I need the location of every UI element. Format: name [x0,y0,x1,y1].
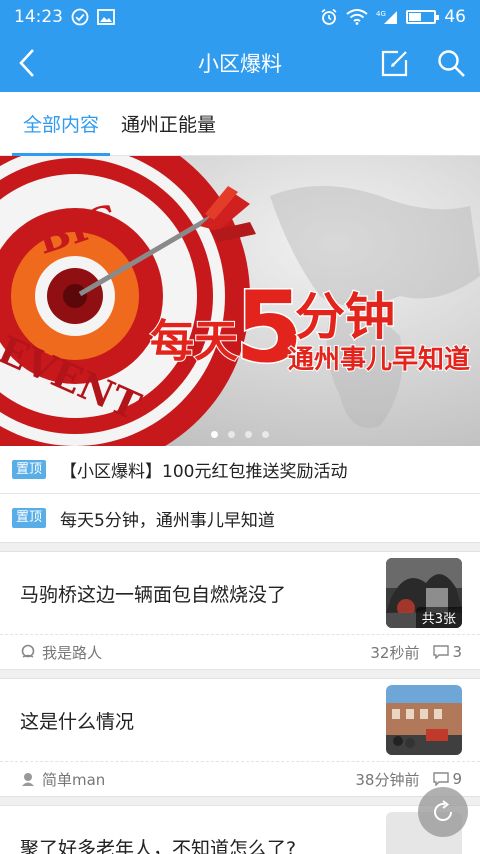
compose-icon [381,50,408,77]
post-time: 38分钟前 [355,770,420,789]
pinned-item[interactable]: 置顶 【小区爆料】100元红包推送奖励活动 [0,446,480,494]
post-card[interactable]: 这是什么情况 简单man 38分钟前 9 [0,679,480,796]
network-label: 4G [376,10,386,18]
tab-tongzhou-positive[interactable]: 通州正能量 [110,92,227,155]
post-title: 马驹桥这边一辆面包自燃烧没了 [20,583,287,606]
search-button[interactable] [434,46,468,80]
comment-count: 3 [452,643,462,661]
status-time: 14:23 [14,7,63,27]
post-card[interactable]: 马驹桥这边一辆面包自燃烧没了 共3张 我是路人 32秒前 3 [0,552,480,669]
compose-button[interactable] [378,46,412,80]
wifi-icon [346,9,368,25]
image-icon [97,9,115,25]
post-title: 聚了好多老年人，不知道怎么了? [20,837,297,854]
carousel-dot[interactable] [228,431,235,438]
post-thumbnail[interactable] [386,685,462,755]
check-circle-icon [71,8,89,26]
divider [0,669,480,679]
carousel-dot[interactable] [211,431,218,438]
comment-icon [433,645,450,659]
pinned-item-text: 【小区爆料】100元红包推送奖励活动 [60,462,348,482]
pinned-item[interactable]: 置顶 每天5分钟，通州事儿早知道 [0,494,480,542]
banner-headline-prefix: 每天 [150,316,238,367]
status-bar: 14:23 4G 46 [0,0,480,34]
post-time: 32秒前 [370,643,420,662]
back-button[interactable] [12,43,42,83]
battery-icon [406,10,440,24]
photo-count: 共3张 [415,607,462,628]
alarm-icon [320,8,338,26]
navigation-bar: 小区爆料 [0,34,480,92]
banner-image: BIG EVENT 每天 5 分钟 通州事儿早知道 [0,156,480,446]
pinned-badge: 置顶 [12,459,47,480]
search-icon [438,50,465,77]
banner-headline-suffix: 分钟 [295,288,395,346]
carousel-dot[interactable] [262,431,269,438]
divider [0,542,480,552]
pinned-list: 置顶 【小区爆料】100元红包推送奖励活动 置顶 每天5分钟，通州事儿早知道 [0,446,480,542]
post-author[interactable]: 我是路人 [42,642,102,663]
post-title: 这是什么情况 [20,710,135,733]
back-chevron-icon [19,49,34,77]
user-icon [20,644,36,660]
comment-icon [433,772,450,786]
banner-carousel[interactable]: BIG EVENT 每天 5 分钟 通州事儿早知道 [0,156,480,446]
comment-count: 9 [452,770,462,788]
tab-bar: 全部内容 通州正能量 [0,92,480,156]
refresh-button[interactable] [418,787,468,837]
pinned-badge: 置顶 [12,508,47,528]
post-author[interactable]: 简单man [42,769,105,790]
divider [0,796,480,806]
tab-all-content[interactable]: 全部内容 [12,92,111,156]
banner-subline: 通州事儿早知道 [288,344,470,375]
pinned-item-text: 每天5分钟，通州事儿早知道 [60,510,275,531]
refresh-icon [434,800,453,821]
carousel-indicators [0,431,480,438]
user-avatar [20,771,36,787]
post-thumbnail[interactable]: 共3张 [386,558,462,628]
post-card[interactable]: 聚了好多老年人，不知道怎么了? [0,806,480,854]
signal-icon: 4G [376,9,398,25]
carousel-dot[interactable] [245,431,252,438]
battery-percent: 46 [444,7,466,27]
